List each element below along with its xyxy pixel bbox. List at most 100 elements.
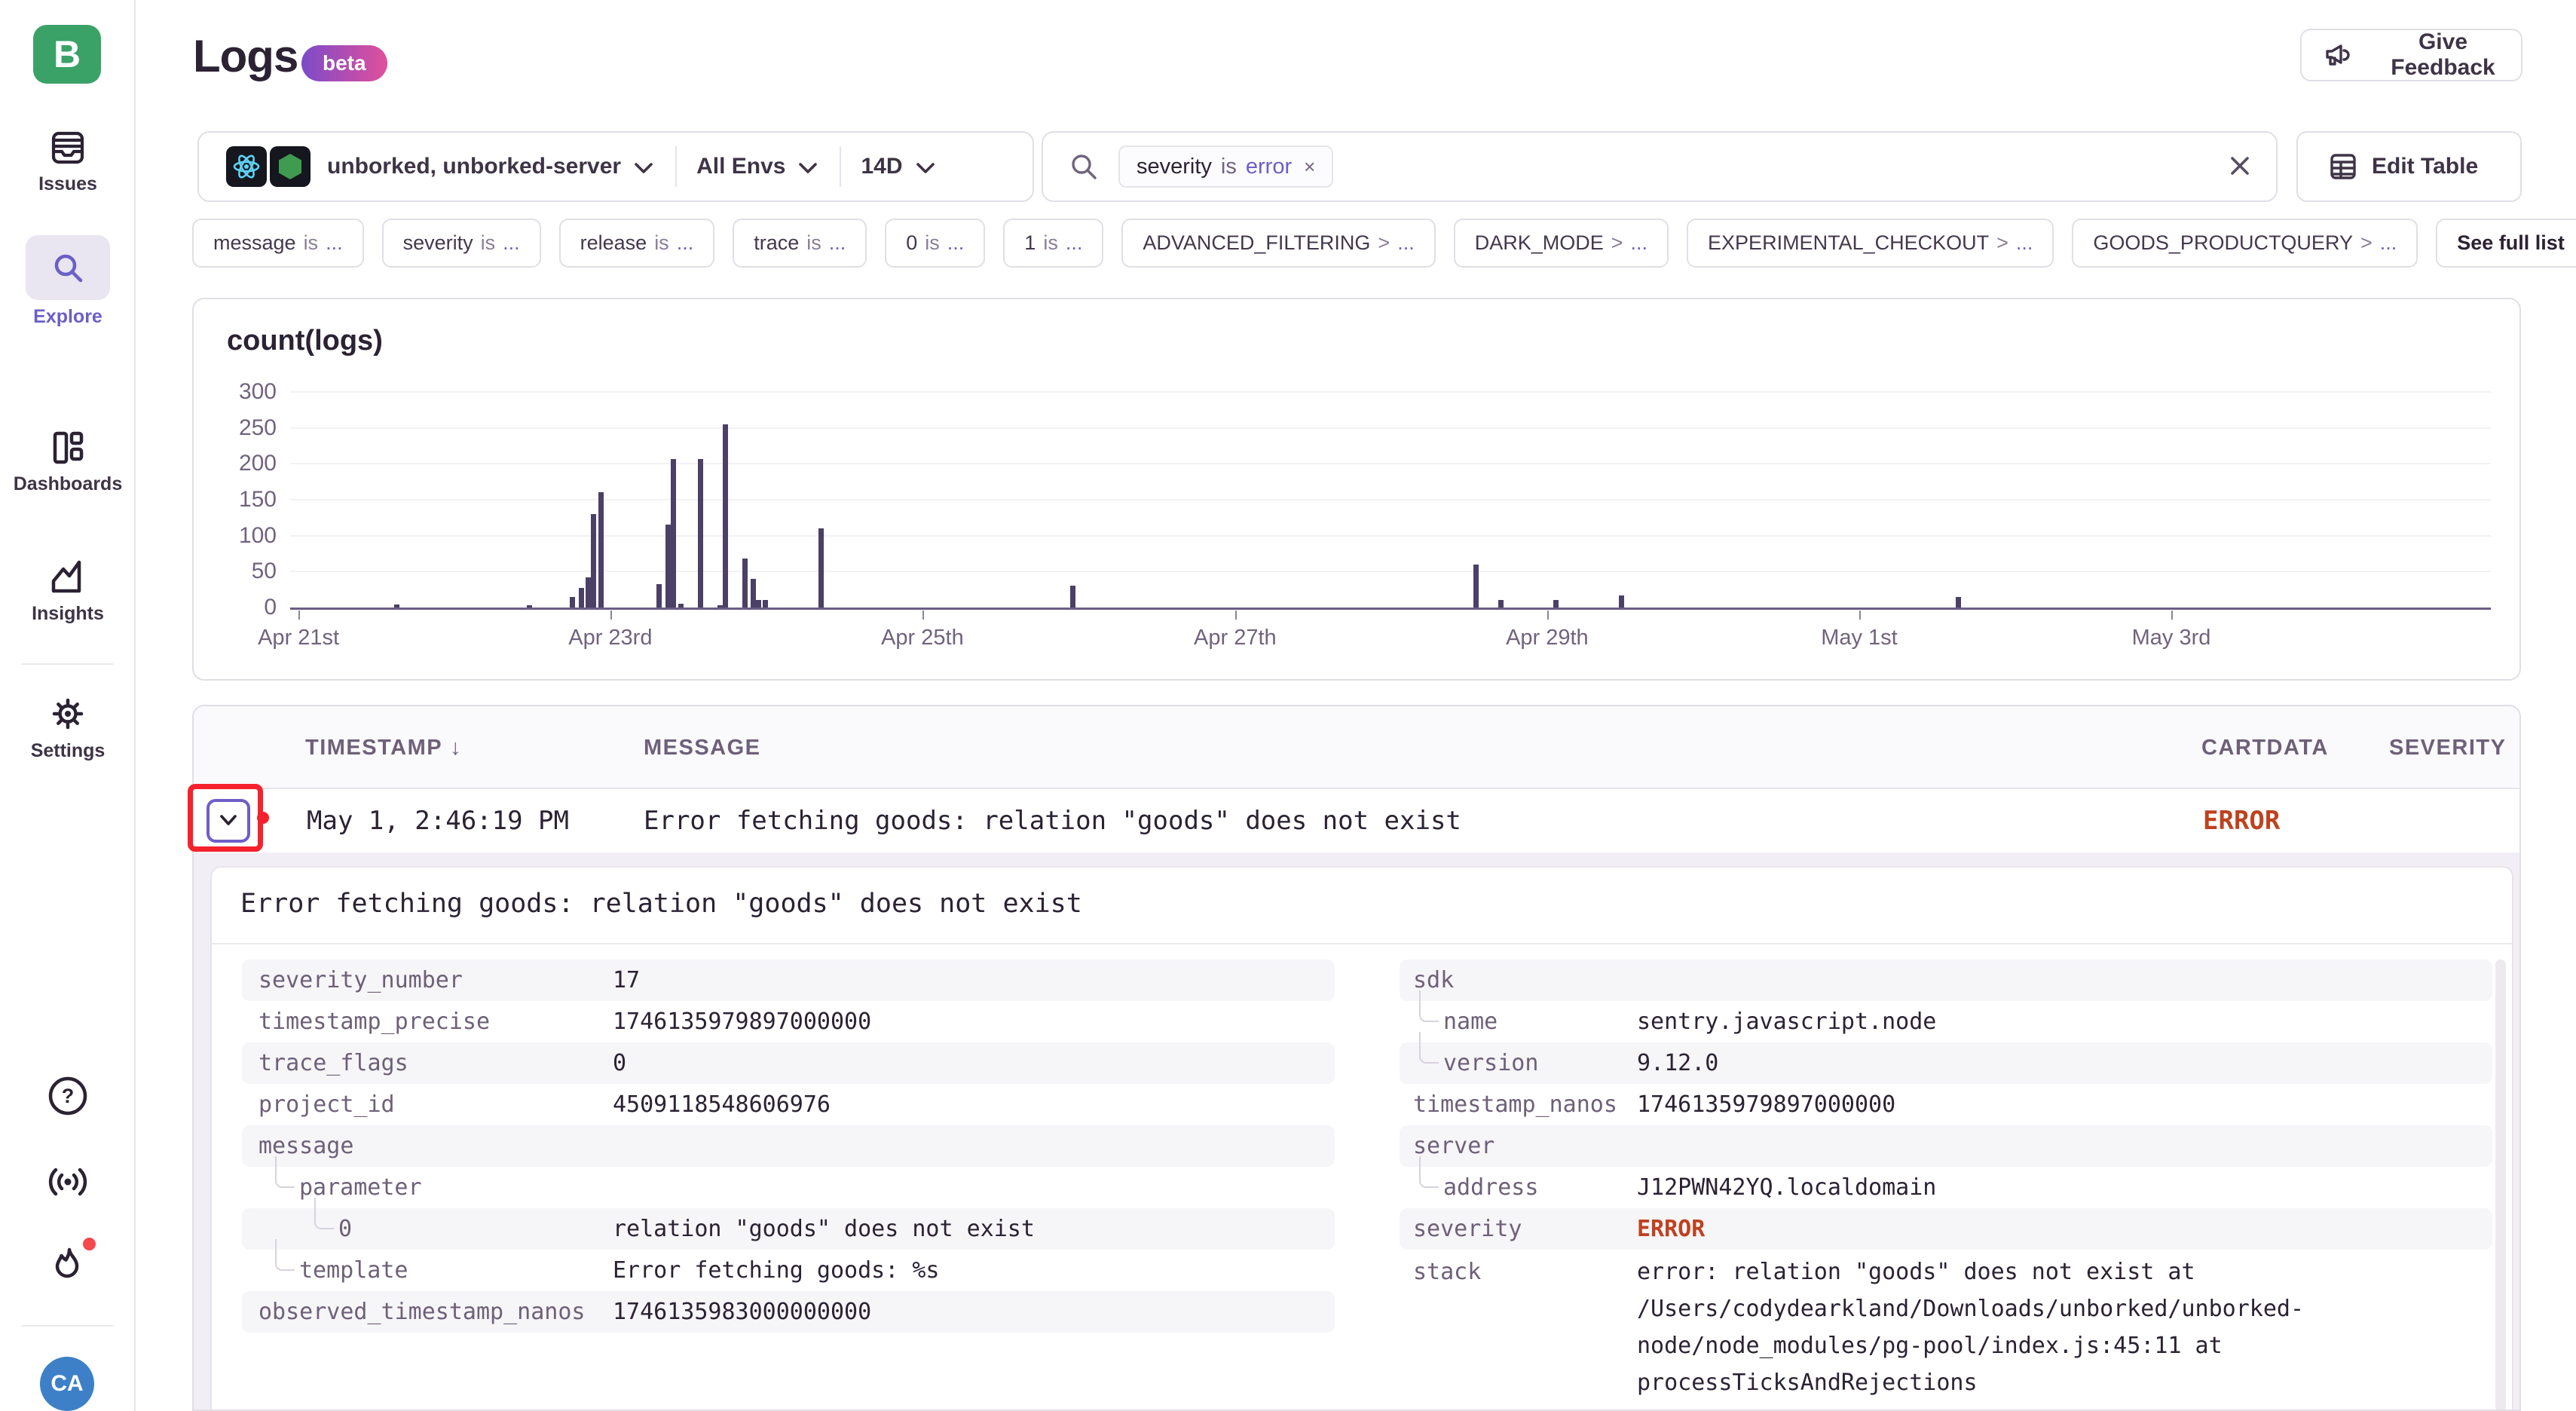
- sort-desc-icon: ↓: [450, 736, 461, 761]
- table-icon: [2328, 152, 2358, 182]
- help-button[interactable]: ?: [0, 1075, 136, 1117]
- chart-bar: [1473, 565, 1479, 608]
- search-input[interactable]: severity is error ×: [1042, 131, 2278, 202]
- org-logo[interactable]: B: [33, 25, 101, 84]
- x-axis-tick: [610, 611, 612, 620]
- attribute-value: relation "goods" does not exist: [613, 1208, 1035, 1250]
- x-axis-tick-label: May 1st: [1791, 626, 1927, 650]
- quick-filter-chip[interactable]: EXPERIMENTAL_CHECKOUT>...: [1687, 219, 2054, 268]
- chart-bar: [1956, 597, 1961, 608]
- chart-gridline: [290, 427, 2491, 429]
- x-axis-tick-label: Apr 29th: [1479, 626, 1615, 650]
- attribute-value: sentry.javascript.node: [1637, 1001, 1936, 1042]
- edit-table-button[interactable]: Edit Table: [2296, 131, 2522, 202]
- table-header: TIMESTAMP ↓ MESSAGE CARTDATA SEVERITY: [194, 706, 2519, 789]
- y-axis-tick-label: 100: [194, 523, 277, 549]
- clear-search-button[interactable]: [2225, 151, 2255, 181]
- give-feedback-button[interactable]: Give Feedback: [2300, 29, 2522, 81]
- attribute-key: observed_timestamp_nanos: [242, 1291, 613, 1333]
- chevron-down-icon: [796, 160, 820, 176]
- tree-connector: [275, 1239, 295, 1271]
- y-axis-tick-label: 300: [194, 379, 277, 405]
- detail-scrollbar[interactable]: [2495, 960, 2506, 1411]
- chart-bar: [818, 528, 824, 608]
- see-full-list-chip[interactable]: See full list: [2436, 219, 2576, 268]
- filter-token-severity[interactable]: severity is error ×: [1118, 145, 1333, 188]
- x-axis-tick-label: Apr 23rd: [543, 626, 678, 650]
- chart-bar: [723, 424, 728, 608]
- react-project-icon: [226, 146, 267, 187]
- chart-gridline: [290, 391, 2491, 393]
- search-icon: [1069, 152, 1099, 182]
- org-logo-letter: B: [54, 32, 81, 76]
- chart-bar: [751, 579, 756, 608]
- svg-text:?: ?: [62, 1085, 75, 1107]
- detail-attribute-row: project_id4509118548606976: [242, 1084, 1335, 1125]
- sidebar-item-label: Dashboards: [0, 473, 136, 495]
- sidebar-item-explore[interactable]: Explore: [0, 235, 136, 328]
- gear-icon: [0, 693, 136, 734]
- attribute-value: 4509118548606976: [613, 1084, 831, 1125]
- quick-filter-chip[interactable]: severityis...: [382, 219, 541, 268]
- quick-filter-chip[interactable]: releaseis...: [559, 219, 715, 268]
- quick-filter-chip[interactable]: 0is...: [885, 219, 985, 268]
- detail-attribute-row: timestamp_nanos1746135979897000000: [1400, 1084, 2492, 1125]
- attribute-value: 17: [613, 960, 640, 1001]
- attribute-key: timestamp_nanos: [1400, 1084, 1637, 1125]
- detail-attribute-row: parameter: [242, 1167, 1335, 1208]
- attribute-key: message: [242, 1125, 613, 1167]
- detail-attribute-row: namesentry.javascript.node: [1400, 1001, 2492, 1042]
- sidebar-item-insights[interactable]: Insights: [0, 556, 136, 625]
- tree-connector: [1419, 1156, 1439, 1188]
- table-row[interactable]: May 1, 2:46:19 PM Error fetching goods: …: [194, 789, 2519, 852]
- token-remove-icon[interactable]: ×: [1304, 155, 1315, 179]
- whats-new-button[interactable]: [0, 1164, 136, 1200]
- sidebar-item-dashboards[interactable]: Dashboards: [0, 428, 136, 495]
- chart-plot-area: 050100150200250300Apr 21stApr 23rdApr 25…: [194, 299, 2521, 681]
- column-header-severity[interactable]: SEVERITY: [2389, 706, 2506, 789]
- page-title: Logs: [193, 30, 298, 82]
- attribute-value: 9.12.0: [1637, 1042, 1718, 1084]
- project-selector[interactable]: unborked, unborked-server: [327, 154, 621, 179]
- column-header-timestamp[interactable]: TIMESTAMP ↓: [305, 706, 461, 789]
- sidebar-item-settings[interactable]: Settings: [0, 693, 136, 762]
- date-range-selector[interactable]: 14D: [861, 154, 902, 179]
- quick-filter-chip[interactable]: 1is...: [1003, 219, 1103, 268]
- quick-filter-chip[interactable]: GOODS_PRODUCTQUERY>...: [2072, 219, 2418, 268]
- sidebar-item-label: Insights: [0, 603, 136, 625]
- quick-filter-chip[interactable]: traceis...: [733, 219, 867, 268]
- search-icon: [50, 250, 85, 285]
- column-header-message[interactable]: MESSAGE: [644, 706, 761, 789]
- chart-bar: [598, 492, 604, 608]
- detail-attribute-row: timestamp_precise1746135979897000000: [242, 1001, 1335, 1042]
- detail-attribute-row: sdk: [1400, 960, 2492, 1001]
- y-axis-tick-label: 50: [194, 559, 277, 584]
- help-icon: ?: [0, 1075, 136, 1117]
- chart-bar: [698, 459, 703, 608]
- divider: [212, 943, 2512, 944]
- x-axis-tick-label: May 3rd: [2103, 626, 2239, 650]
- avatar[interactable]: CA: [40, 1357, 94, 1411]
- issues-icon: [0, 128, 136, 167]
- insights-icon: [0, 556, 136, 597]
- expand-row-button[interactable]: [207, 799, 250, 843]
- divider: [675, 146, 677, 187]
- token-operator: is: [1221, 155, 1237, 179]
- y-axis-tick-label: 200: [194, 451, 277, 476]
- x-axis-tick: [922, 611, 924, 620]
- quick-filter-row: messageis... severityis... releaseis... tra…: [192, 219, 2576, 268]
- quick-filter-chip[interactable]: DARK_MODE>...: [1454, 219, 1669, 268]
- environment-selector[interactable]: All Envs: [696, 154, 785, 179]
- detail-attribute-row: version9.12.0: [1400, 1042, 2492, 1084]
- detail-attribute-row: severity_number17: [242, 960, 1335, 1001]
- quick-filter-chip[interactable]: ADVANCED_FILTERING>...: [1121, 219, 1435, 268]
- quick-filter-chip[interactable]: messageis...: [192, 219, 364, 268]
- attribute-key: trace_flags: [242, 1042, 613, 1084]
- chart-gridline: [290, 571, 2491, 572]
- x-axis-tick: [1859, 611, 1861, 620]
- attribute-value: ERROR: [1637, 1208, 1705, 1250]
- sidebar-item-issues[interactable]: Issues: [0, 128, 136, 195]
- column-header-cartdata[interactable]: CARTDATA: [2201, 706, 2329, 789]
- chart-bar: [579, 588, 584, 608]
- onboarding-button[interactable]: [0, 1245, 136, 1290]
